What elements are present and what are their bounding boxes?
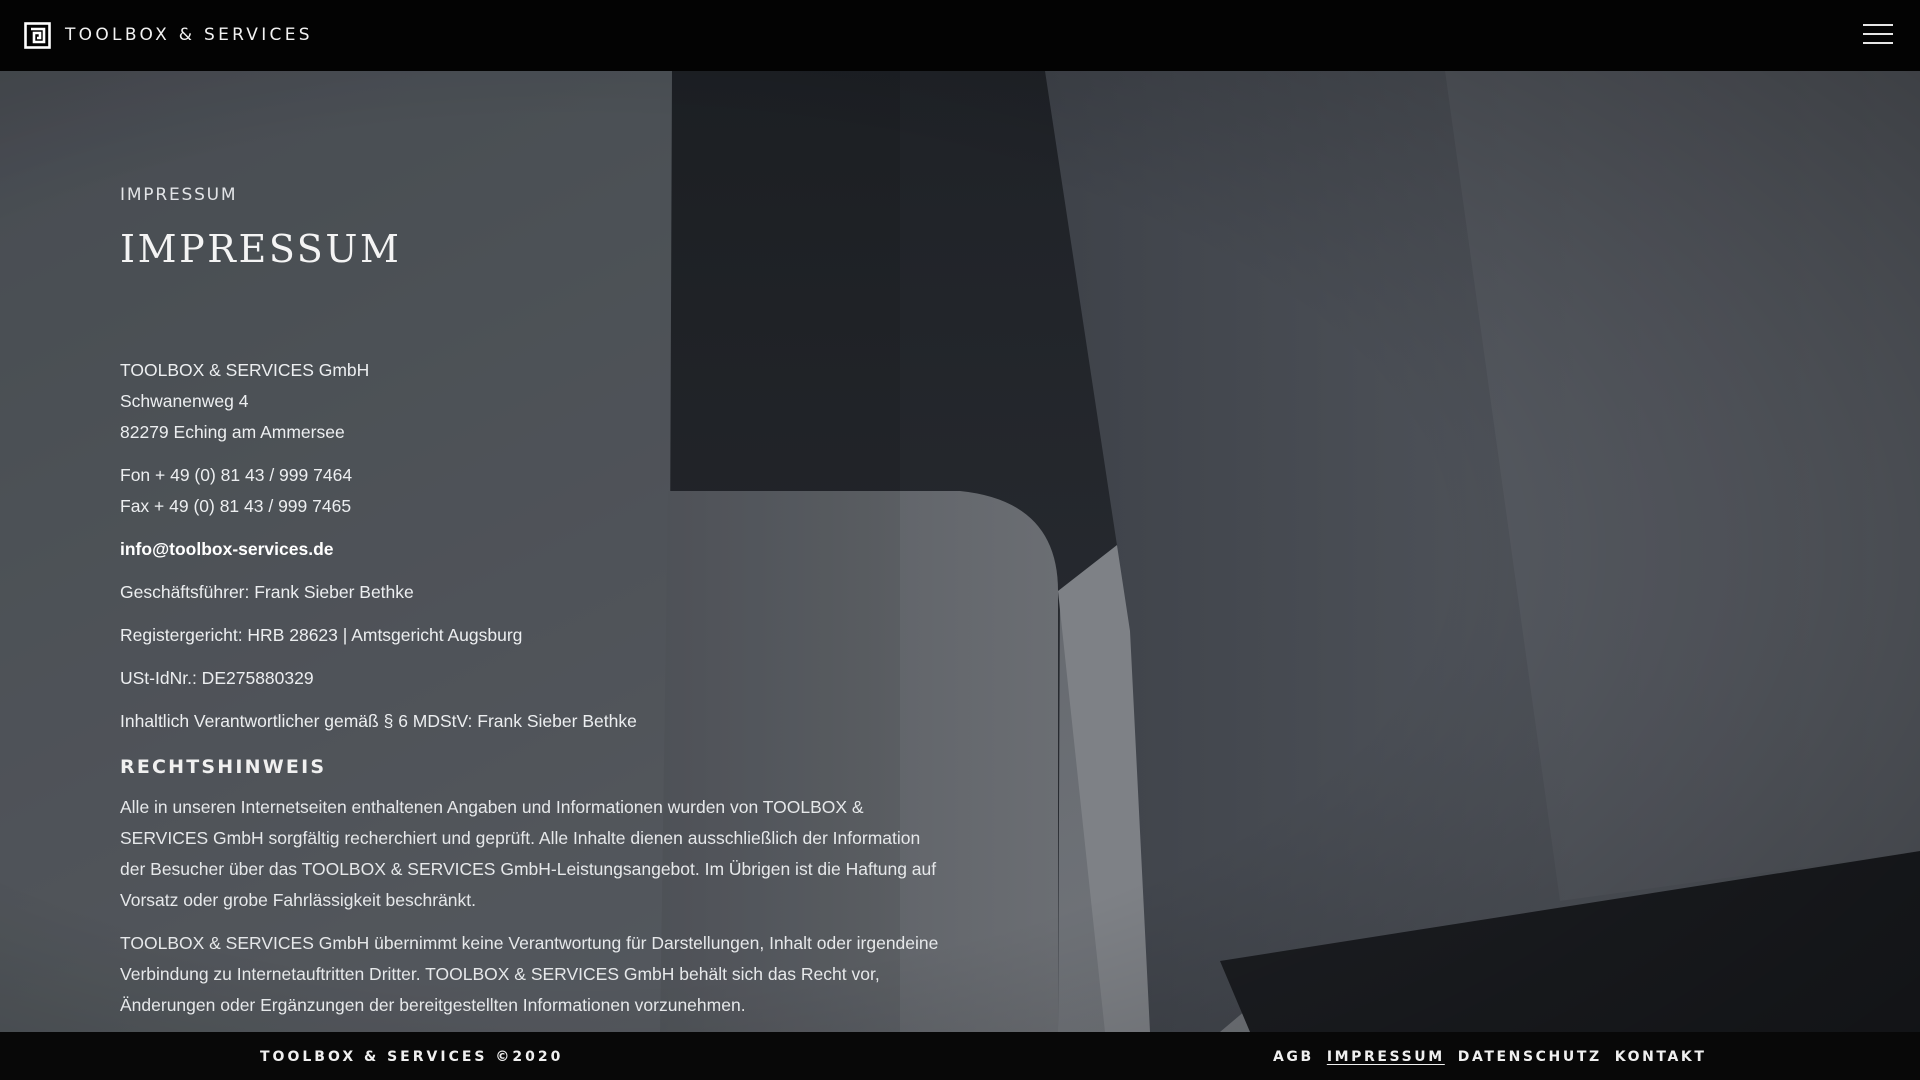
footer-link-kontakt[interactable]: KONTAKT [1615, 1049, 1707, 1065]
city-address: 82279 Eching am Ammersee [120, 422, 345, 442]
legal-paragraph: Alle in unseren Internetseiten enthalten… [120, 797, 937, 910]
footer-link-impressum[interactable]: IMPRESSUM [1327, 1049, 1445, 1065]
footer-link-datenschutz[interactable]: DATENSCHUTZ [1458, 1049, 1602, 1065]
responsible-person: Inhaltlich Verantwortlicher gemäß § 6 MD… [120, 711, 637, 731]
register-court: Registergericht: HRB 28623 | Amtsgericht… [120, 625, 523, 645]
page-eyebrow: IMPRESSUM [120, 185, 238, 205]
fax-number: Fax + 49 (0) 81 43 / 999 7465 [120, 496, 352, 516]
brand-home-link[interactable]: TOOLBOX & SERVICES [24, 18, 313, 52]
company-name: TOOLBOX & SERVICES GmbH [120, 360, 370, 380]
footer-bar: TOOLBOX & SERVICES ©2020 AGB IMPRESSUM D… [0, 1032, 1920, 1080]
street-address: Schwanenweg 4 [120, 391, 249, 411]
email-row: info@toolbox-services.de [120, 534, 940, 565]
legal-notice-heading: RECHTSHINWEIS [120, 756, 327, 778]
copyright-text: TOOLBOX & SERVICES ©2020 [260, 1049, 564, 1065]
toolbox-square-spiral-icon [24, 21, 51, 49]
managing-director: Geschäftsführer: Frank Sieber Bethke [120, 582, 414, 602]
page-title: IMPRESSUM [120, 227, 402, 271]
vat-id: USt-IdNr.: DE275880329 [120, 668, 314, 688]
brand-name: TOOLBOX & SERVICES [65, 25, 313, 45]
phone-number: Fon + 49 (0) 81 43 / 999 7464 [120, 465, 353, 485]
top-navigation-bar: TOOLBOX & SERVICES [0, 0, 1920, 71]
company-address: TOOLBOX & SERVICES GmbH Schwanenweg 4 82… [120, 355, 940, 448]
contact-numbers: Fon + 49 (0) 81 43 / 999 7464 Fax + 49 (… [120, 460, 940, 522]
footer-navigation: AGB IMPRESSUM DATENSCHUTZ KONTAKT [1273, 1049, 1706, 1065]
legal-paragraph: TOOLBOX & SERVICES GmbH übernimmt keine … [120, 933, 939, 1015]
footer-link-agb[interactable]: AGB [1273, 1049, 1314, 1065]
hamburger-menu-icon[interactable] [1863, 24, 1893, 46]
impressum-content: IMPRESSUM IMPRESSUM TOOLBOX & SERVICES G… [120, 185, 940, 1033]
email-link[interactable]: info@toolbox-services.de [120, 539, 334, 559]
